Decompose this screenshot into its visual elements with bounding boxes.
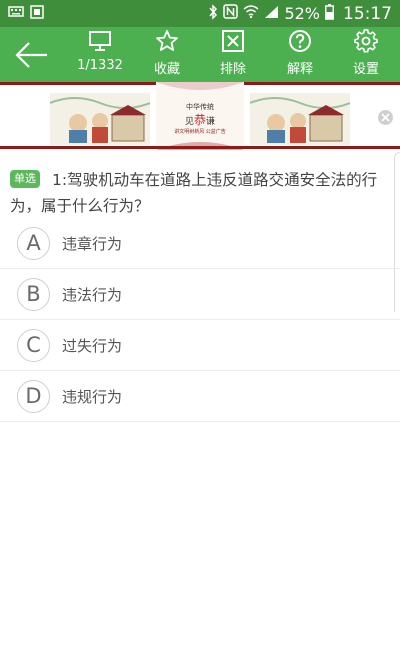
battery-percentage: 52% — [284, 4, 320, 23]
progress-label: 1/1332 — [77, 58, 123, 73]
option-b-letter: B — [17, 277, 50, 311]
exclude-label: 排除 — [219, 62, 246, 77]
question-type-badge: 单选 — [10, 170, 40, 188]
clock: 15:17 — [343, 3, 392, 24]
close-box-icon — [222, 30, 244, 52]
nfc-icon — [223, 4, 239, 23]
close-icon — [381, 113, 390, 122]
wifi-icon — [243, 4, 259, 23]
exclude-button[interactable]: 排除 — [201, 27, 265, 82]
favorite-label: 收藏 — [153, 62, 180, 77]
signal-icon — [264, 4, 279, 23]
ad-headline-suffix: 谦 — [206, 117, 216, 127]
question: 单选 1:驾驶机动车在道路上违反道路交通安全法的行为，属于什么行为？ — [10, 167, 385, 219]
ad-divider — [0, 146, 400, 149]
option-d-letter: D — [17, 379, 50, 413]
option-c[interactable]: C 过失行为 — [0, 320, 400, 371]
arrow-left-icon — [15, 42, 47, 68]
star-icon — [156, 30, 178, 51]
back-button[interactable] — [12, 35, 52, 75]
ad-banner[interactable]: 中华传统 见恭谦 讲文明树新风 公益广告 — [0, 82, 400, 150]
battery-icon — [325, 3, 334, 24]
question-text: 1:驾驶机动车在道路上违反道路交通安全法的行为，属于什么行为？ — [10, 171, 378, 215]
option-d-text: 违规行为 — [62, 387, 123, 406]
option-c-text: 过失行为 — [62, 336, 123, 355]
favorite-button[interactable]: 收藏 — [135, 27, 199, 82]
ad-left-illustration — [50, 93, 150, 145]
ad-headline-prefix: 见 — [184, 117, 194, 127]
option-b[interactable]: B 违法行为 — [0, 269, 400, 320]
monitor-icon — [89, 31, 111, 51]
ad-right-illustration — [250, 93, 350, 145]
bluetooth-icon — [208, 3, 218, 24]
option-d[interactable]: D 违规行为 — [0, 371, 400, 422]
ad-center-panel: 中华传统 见恭谦 讲文明树新风 公益广告 — [156, 82, 244, 150]
ad-headline-highlight: 恭 — [193, 113, 206, 127]
status-bar: 52% 15:17 — [0, 0, 400, 27]
toolbar: 1/1332 收藏 排除 解释 设置 — [0, 27, 400, 82]
screenshot-icon — [30, 4, 44, 23]
keyboard-icon — [8, 4, 24, 23]
ad-subtitle: 讲文明树新风 公益广告 — [174, 129, 226, 135]
progress-button[interactable]: 1/1332 — [68, 27, 132, 82]
option-b-text: 违法行为 — [62, 285, 123, 304]
help-icon — [289, 30, 311, 52]
explain-label: 解释 — [286, 62, 313, 77]
ad-headline: 见恭谦 — [156, 111, 244, 128]
options-list: A 违章行为 B 违法行为 C 过失行为 D 违规行为 — [0, 218, 400, 422]
gear-icon — [354, 29, 378, 53]
ad-close-button[interactable] — [378, 110, 393, 125]
option-a-letter: A — [17, 226, 50, 260]
option-a[interactable]: A 违章行为 — [0, 218, 400, 269]
option-a-text: 违章行为 — [62, 234, 123, 253]
option-c-letter: C — [17, 328, 50, 362]
settings-label: 设置 — [352, 62, 379, 77]
settings-button[interactable]: 设置 — [334, 27, 398, 82]
explain-button[interactable]: 解释 — [268, 27, 332, 82]
